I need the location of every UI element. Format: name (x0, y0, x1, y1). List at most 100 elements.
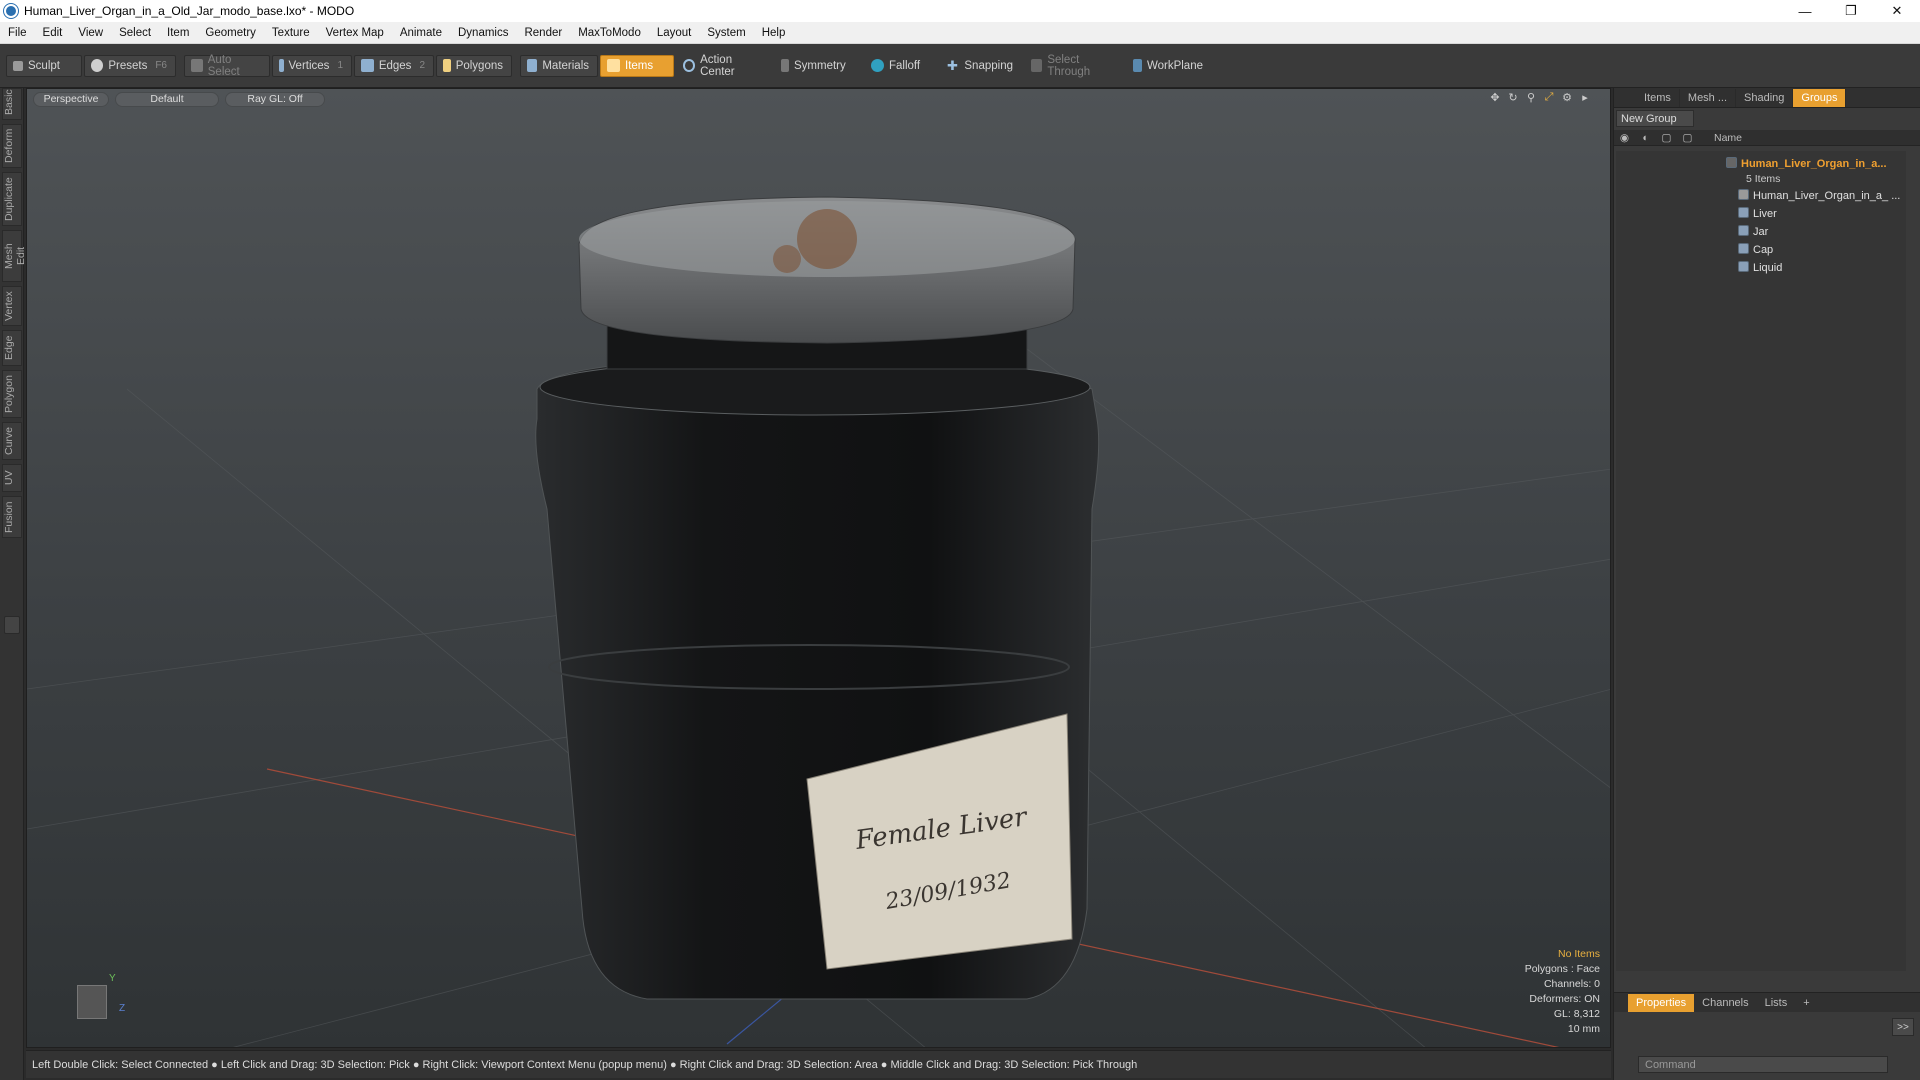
jar-model[interactable]: Female Liver 23/09/1932 (535, 196, 1100, 1000)
properties-tabs: Properties Channels Lists + (1614, 992, 1920, 1012)
tab-mesh-edit[interactable]: Mesh Edit (2, 230, 27, 282)
tab-shading[interactable]: Shading (1736, 88, 1794, 107)
mesh-icon (1738, 242, 1749, 254)
menu-edit[interactable]: Edit (35, 27, 71, 39)
polygons-label: Polygons (455, 59, 503, 72)
modo-app-icon (4, 4, 18, 18)
tab-properties[interactable]: Properties (1628, 993, 1695, 1012)
symmetry-icon (781, 59, 789, 72)
zoom-icon[interactable]: ⚲ (1522, 91, 1540, 107)
viewport-scene: Female Liver 23/09/1932 (27, 196, 1610, 1047)
menu-help[interactable]: Help (754, 27, 794, 39)
stats-polygons: Polygons : Face (1524, 963, 1600, 975)
viewport-nav-tools: ✥ ↻ ⚲ ⤢ ⚙ ▸ (1486, 91, 1594, 107)
command-input[interactable]: Command (1638, 1056, 1888, 1073)
tree-row-child[interactable]: Liver (1616, 204, 1906, 222)
expand-button[interactable]: >> (1892, 1018, 1914, 1036)
tree-row-count: 5 Items (1616, 172, 1906, 186)
vertices-button[interactable]: Vertices 1 (272, 54, 352, 77)
minimize-button[interactable]: — (1782, 0, 1828, 22)
select-through-button[interactable]: Select Through (1024, 54, 1124, 78)
workplane-icon (1133, 59, 1142, 72)
add-tab-button[interactable]: + (1795, 994, 1817, 1012)
fit-icon[interactable]: ⤢ (1540, 91, 1558, 107)
tree-row-child[interactable]: Cap (1616, 240, 1906, 258)
edges-button[interactable]: Edges 2 (354, 54, 434, 77)
main-toolbar: Sculpt Presets F6 Auto Select Vertices 1… (0, 44, 1920, 88)
tab-deform[interactable]: Deform (2, 124, 22, 168)
workplane-label: WorkPlane (1146, 59, 1203, 72)
tab-fusion[interactable]: Fusion (2, 496, 22, 538)
items-button[interactable]: Items (600, 54, 674, 77)
tree-row-group[interactable]: Human_Liver_Organ_in_a... (1616, 155, 1906, 172)
window-titlebar: Human_Liver_Organ_in_a_Old_Jar_modo_base… (0, 0, 1920, 22)
menu-item[interactable]: Item (159, 27, 197, 39)
shading-default-dropdown[interactable]: Default (115, 91, 219, 107)
select-icon[interactable]: ▢ (1677, 132, 1698, 144)
menu-vertex-map[interactable]: Vertex Map (318, 27, 392, 39)
maximize-button[interactable]: ❐ (1828, 0, 1874, 22)
vertices-label: Vertices (288, 59, 330, 72)
tree-row-child[interactable]: Jar (1616, 222, 1906, 240)
pan-icon[interactable]: ✥ (1486, 91, 1504, 107)
tab-groups[interactable]: Groups (1793, 88, 1847, 107)
menu-maxtomodo[interactable]: MaxToModo (570, 27, 649, 39)
tab-curve[interactable]: Curve (2, 422, 22, 460)
raygl-toggle[interactable]: Ray GL: Off (225, 91, 325, 107)
menu-animate[interactable]: Animate (392, 27, 450, 39)
auto-select-button[interactable]: Auto Select (184, 54, 270, 78)
rotate-icon[interactable]: ↻ (1504, 91, 1522, 107)
menu-file[interactable]: File (0, 27, 35, 39)
mesh-icon (1738, 224, 1749, 236)
workplane-button[interactable]: WorkPlane (1126, 55, 1212, 77)
left-panel-toggle[interactable] (4, 616, 20, 634)
tab-polygon[interactable]: Polygon (2, 370, 22, 418)
sculpt-button[interactable]: Sculpt (6, 54, 82, 77)
tree-header: ◉ ◐ ▢ ▢ Name (1614, 130, 1920, 146)
menu-dynamics[interactable]: Dynamics (450, 27, 516, 39)
menu-select[interactable]: Select (111, 27, 159, 39)
symmetry-button[interactable]: Symmetry (774, 55, 862, 77)
tab-uv[interactable]: UV (2, 464, 22, 492)
child-wrap-0: Human_Liver_Organ_in_a_ ... (1738, 188, 1900, 202)
menu-texture[interactable]: Texture (264, 27, 318, 39)
render-icon[interactable]: ◐ (1635, 132, 1656, 144)
tree-row-child[interactable]: Human_Liver_Organ_in_a_ ... (1616, 186, 1906, 204)
tab-channels[interactable]: Channels (1694, 994, 1756, 1012)
tab-basic[interactable]: Basic (2, 88, 22, 120)
name-column-header: Name (1714, 131, 1743, 144)
menu-layout[interactable]: Layout (649, 27, 700, 39)
presets-button[interactable]: Presets F6 (84, 54, 176, 77)
viewport-menu-arrow-icon[interactable]: ▸ (1576, 91, 1594, 107)
auto-select-icon (191, 59, 203, 72)
child-wrap-3: Cap (1738, 242, 1773, 256)
menu-system[interactable]: System (699, 27, 753, 39)
stats-channels: Channels: 0 (1543, 978, 1600, 990)
visibility-eye-icon[interactable]: ◉ (1614, 132, 1635, 144)
viewport-settings-icon[interactable]: ⚙ (1558, 91, 1576, 107)
tab-items[interactable]: Items (1636, 88, 1680, 107)
new-group-button[interactable]: New Group (1616, 110, 1694, 127)
vertices-icon (279, 59, 284, 72)
tab-vertex[interactable]: Vertex (2, 286, 22, 326)
child-name: Liver (1753, 207, 1777, 220)
menu-geometry[interactable]: Geometry (197, 27, 264, 39)
tab-edge[interactable]: Edge (2, 330, 22, 366)
menu-render[interactable]: Render (516, 27, 570, 39)
tree-row-child[interactable]: Liquid (1616, 258, 1906, 276)
view-perspective-dropdown[interactable]: Perspective (33, 91, 109, 107)
presets-shortcut: F6 (155, 60, 167, 71)
action-center-button[interactable]: Action Center (676, 54, 772, 78)
snapping-button[interactable]: ✚ Snapping (940, 55, 1022, 77)
falloff-button[interactable]: Falloff (864, 55, 938, 77)
tab-duplicate[interactable]: Duplicate (2, 172, 22, 226)
3d-viewport[interactable]: Female Liver 23/09/1932 Perspective Defa… (26, 88, 1611, 1048)
tab-mesh[interactable]: Mesh ... (1680, 88, 1737, 107)
polygons-button[interactable]: Polygons (436, 54, 512, 77)
group-icon (1726, 157, 1737, 168)
lock-icon[interactable]: ▢ (1656, 132, 1677, 144)
menu-view[interactable]: View (70, 27, 111, 39)
tab-lists[interactable]: Lists (1757, 994, 1796, 1012)
materials-button[interactable]: Materials (520, 54, 598, 77)
close-button[interactable]: ✕ (1874, 0, 1920, 22)
